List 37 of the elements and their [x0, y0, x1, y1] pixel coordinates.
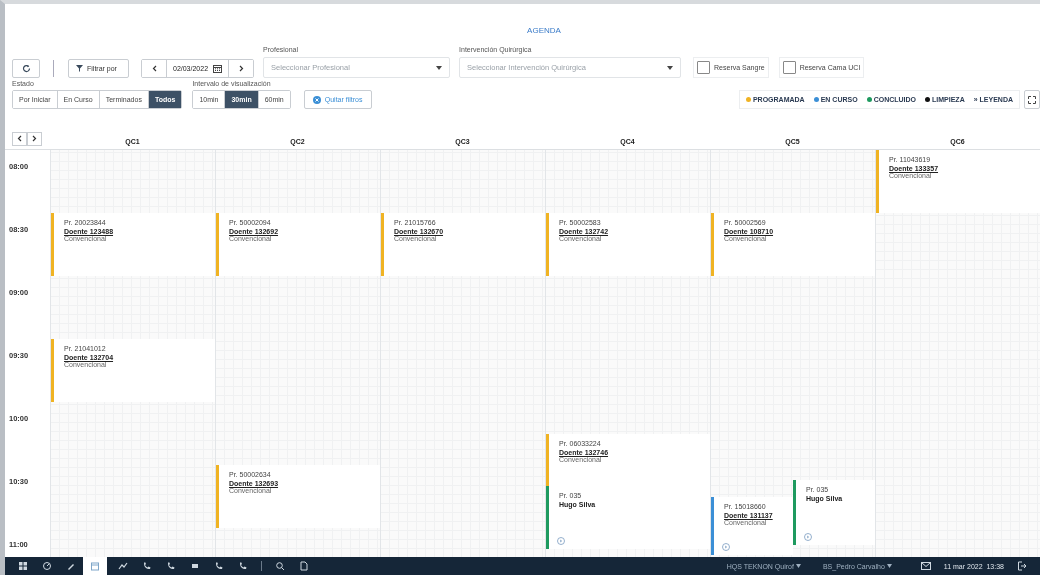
fullscreen-button[interactable]: [1024, 90, 1040, 109]
caret-icon: [886, 564, 892, 568]
chevron-right-icon: [238, 65, 244, 72]
dropdown-caret-icon: [436, 65, 443, 70]
arrow-circle-icon: [557, 537, 565, 545]
logout-icon: [1017, 561, 1027, 571]
fullscreen-icon: [1028, 95, 1036, 104]
refresh-button[interactable]: [12, 59, 40, 78]
chevron-left-icon: [151, 65, 157, 72]
refresh-icon: [21, 64, 31, 73]
document-icon: [299, 561, 309, 571]
calendar-icon: [213, 64, 223, 73]
previous-rooms-button[interactable]: [12, 131, 27, 146]
chart-icon: [118, 561, 128, 571]
phone-icon: [238, 561, 248, 571]
card-icon: [190, 561, 200, 571]
mail-icon: [920, 562, 931, 570]
chevron-left-icon: [17, 135, 22, 142]
checkbox[interactable]: [782, 61, 796, 74]
arrow-circle-icon: [804, 532, 812, 541]
close-circle-icon: [312, 95, 321, 104]
search-icon: [275, 561, 285, 571]
arrow-circle-icon: [722, 543, 730, 552]
page-title: AGENDA: [527, 26, 561, 37]
apps-icon: [18, 561, 28, 571]
caret-icon: [795, 564, 801, 568]
filter-icon: [75, 64, 84, 73]
dropdown-caret-icon: [667, 65, 674, 70]
gauge-icon: [42, 561, 52, 571]
next-rooms-button[interactable]: [27, 131, 42, 146]
phone-icon: [214, 561, 224, 571]
checkbox[interactable]: [697, 61, 711, 74]
phone-icon: [166, 561, 176, 571]
pen-icon: [66, 561, 76, 571]
phone-icon: [142, 561, 152, 571]
calendar-icon: [90, 561, 100, 571]
chevron-right-icon: [32, 135, 37, 142]
